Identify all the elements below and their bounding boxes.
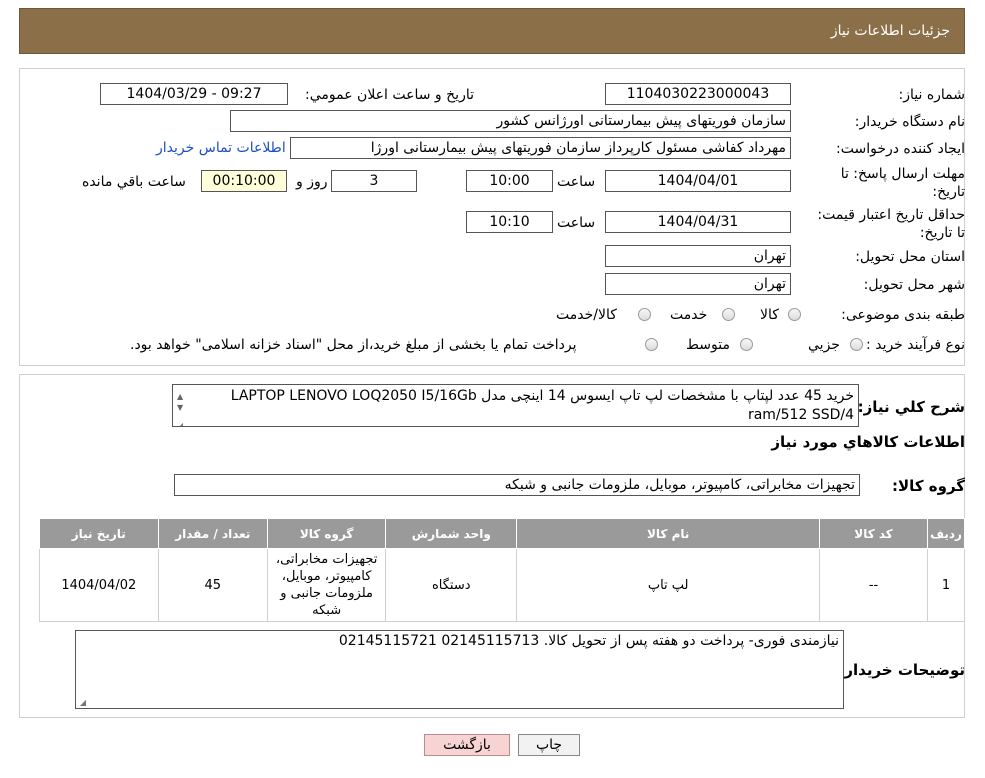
goods-group-label: گروه کالا: [892,477,965,495]
need-number-label: شماره نیاز: [898,87,966,103]
announce-label: تاریخ و ساعت اعلان عمومي: [305,87,474,103]
days-field: 3 [331,170,417,192]
validity-date-field: 1404/04/31 [605,211,791,233]
process-radio-minor[interactable] [850,338,863,351]
category-option-service: خدمت [670,307,708,323]
announce-field: 1404/03/29 - 09:27 [100,83,288,105]
col-unit: واحد شمارش [385,518,518,549]
goods-group-field: تجهیزات مخابراتی، کامپیوتر، موبایل، ملزو… [174,474,860,496]
page-header: جزئیات اطلاعات نیاز [19,8,965,54]
page-title: جزئیات اطلاعات نیاز [830,23,950,39]
col-quantity: تعداد / مقدار [157,518,269,549]
city-label: شهر محل تحویل: [863,277,965,293]
days-label: روز و [296,174,328,190]
summary-textarea[interactable]: خرید 45 عدد لپتاپ با مشخصات لپ تاپ ایسوس… [172,384,859,427]
category-label: طبقه بندی موضوعی: [841,307,965,323]
remaining-label: ساعت باقي مانده [82,174,186,190]
table-header-row: تاريخ نياز تعداد / مقدار گروه کالا واحد … [39,518,965,549]
summary-label: شرح کلي نیاز: [857,398,965,416]
need-number-field: 1104030223000043 [605,83,791,105]
category-radio-goods[interactable] [788,308,801,321]
creator-field: مهرداد کفاشی مسئول کارپرداز سازمان فوریت… [290,137,791,159]
buyer-notes-text: نیازمندی فوری- پرداخت دو هفته پس از تحوی… [338,633,839,649]
cell-goods-code: -- [818,548,929,622]
cell-goods-group: تجهیزات مخابراتی، کامپیوتر، موبایل، ملزو… [267,548,387,622]
process-option-minor: جزيي [808,337,840,353]
summary-text: خرید 45 عدد لپتاپ با مشخصات لپ تاپ ایسوس… [230,388,854,423]
province-field: تهران [605,245,791,267]
deadline-time-field: 10:00 [466,170,553,192]
buyer-contact-link[interactable]: اطلاعات تماس خریدار [156,140,286,156]
col-row-number: رديف [927,518,965,549]
print-button[interactable]: چاپ [518,734,580,756]
cell-row-number: 1 [927,548,965,622]
validity-time-label: ساعت [557,215,596,231]
col-goods-code: کد کالا [818,518,929,549]
col-goods-name: نام کالا [516,518,820,549]
validity-label: حداقل تاریخ اعتبار قیمت: تا تاریخ: [817,207,965,241]
process-radio-treasury[interactable] [645,338,658,351]
province-label: استان محل تحویل: [855,249,965,265]
category-radio-service[interactable] [722,308,735,321]
category-option-goods: کالا [760,307,779,323]
goods-table: تاريخ نياز تعداد / مقدار گروه کالا واحد … [39,518,965,622]
category-option-goods-service: کالا/خدمت [556,307,617,323]
process-label: نوع فرآیند خرید : [866,337,965,353]
deadline-label: مهلت ارسال پاسخ: تا تاریخ: [840,166,965,200]
cell-quantity: 45 [157,548,269,622]
city-field: تهران [605,273,791,295]
process-note: پرداخت تمام یا بخشی از مبلغ خرید،از محل … [130,337,577,353]
deadline-time-label: ساعت [557,174,596,190]
resize-grip-icon[interactable]: ◢ [78,698,86,707]
back-button[interactable]: بازگشت [424,734,510,756]
goods-info-title: اطلاعات کالاهاي مورد نياز [771,433,965,451]
cell-need-date: 1404/04/02 [39,548,159,622]
buyer-notes-label: توضیحات خریدار: [838,661,965,679]
deadline-date-field: 1404/04/01 [605,170,791,192]
buyer-notes-textarea[interactable]: نیازمندی فوری- پرداخت دو هفته پس از تحوی… [75,630,844,709]
remaining-time-field: 00:10:00 [201,170,287,192]
scroll-down-icon[interactable]: ▼ [177,398,183,417]
creator-label: ایجاد کننده درخواست: [836,141,965,157]
buyer-org-field: سازمان فوریتهای پیش بیمارستانی اورژانس ک… [230,110,791,132]
cell-goods-name: لپ تاپ [516,548,820,622]
buyer-org-label: نام دستگاه خریدار: [854,114,965,130]
col-need-date: تاريخ نياز [39,518,159,549]
process-option-medium: متوسط [686,337,730,353]
category-radio-goods-service[interactable] [638,308,651,321]
process-radio-medium[interactable] [740,338,753,351]
resize-grip-icon[interactable]: ◢ [175,416,183,426]
validity-time-field: 10:10 [466,211,553,233]
col-goods-group: گروه کالا [267,518,387,549]
cell-unit: دستگاه [385,548,518,622]
table-row: 1404/04/02 45 تجهیزات مخابراتی، کامپیوتر… [39,548,965,622]
